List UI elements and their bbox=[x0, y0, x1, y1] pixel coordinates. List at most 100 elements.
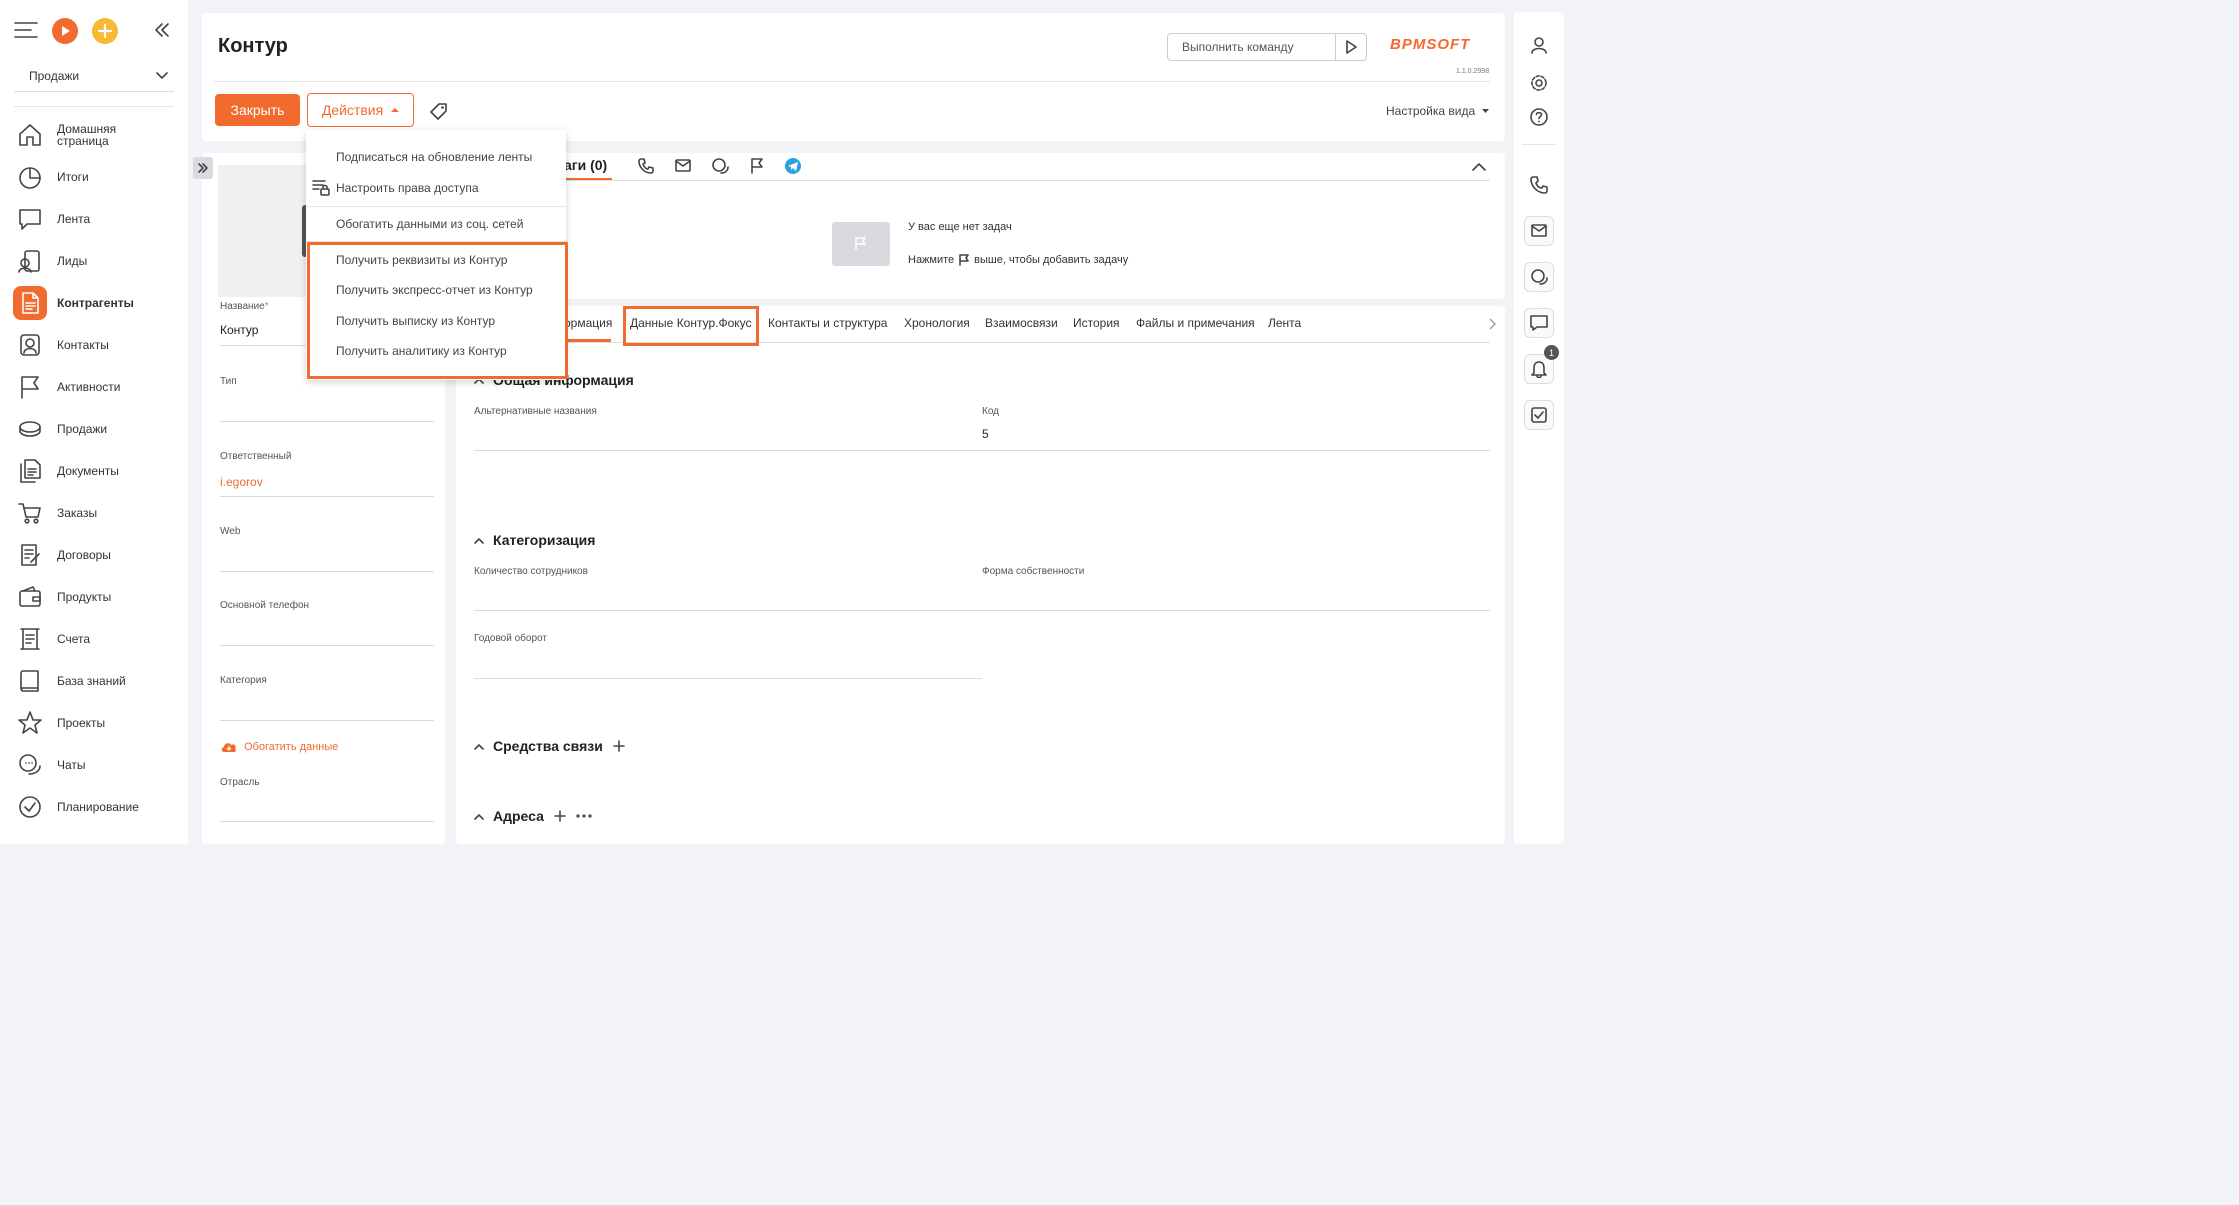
help-icon[interactable] bbox=[1524, 102, 1554, 132]
turnover-field[interactable] bbox=[474, 678, 982, 679]
workplace-label: Продажи bbox=[29, 68, 80, 83]
email-icon[interactable] bbox=[675, 159, 691, 173]
sidebar-item-documents[interactable]: Документы bbox=[13, 454, 183, 488]
add-record-icon[interactable] bbox=[92, 18, 118, 44]
sidebar-item-contacts[interactable]: Контакты bbox=[13, 328, 183, 362]
tab-contacts-structure[interactable]: Контакты и структура bbox=[768, 316, 887, 330]
sidebar-item-label: Лиды bbox=[57, 254, 88, 268]
category-field-label: Категория bbox=[220, 675, 267, 686]
sidebar-item-knowledge-base[interactable]: База знаний bbox=[13, 664, 183, 698]
menu-item-access-rights[interactable]: Настроить права доступа bbox=[336, 181, 479, 195]
sidebar-item-chats[interactable]: Чаты bbox=[13, 748, 183, 782]
add-address-icon[interactable] bbox=[554, 810, 566, 822]
command-input[interactable]: Выполнить команду bbox=[1168, 40, 1335, 54]
chat-bubble-icon[interactable] bbox=[712, 158, 729, 174]
page-title: Контур bbox=[218, 35, 288, 57]
sidebar-item-sales[interactable]: Продажи bbox=[13, 412, 183, 446]
phone-field[interactable] bbox=[220, 645, 434, 646]
contacts-icon bbox=[13, 328, 47, 362]
industry-field-label: Отрасль bbox=[220, 777, 260, 788]
close-button[interactable]: Закрыть bbox=[215, 94, 300, 126]
sidebar-item-accounts[interactable]: Контрагенты bbox=[13, 286, 183, 320]
feed-icon[interactable] bbox=[1524, 308, 1554, 338]
tab-files-notes[interactable]: Файлы и примечания bbox=[1136, 316, 1255, 330]
view-settings-button[interactable]: Настройка вида bbox=[1386, 104, 1490, 118]
sidebar-item-activities[interactable]: Активности bbox=[13, 370, 183, 404]
collapse-tasks-icon[interactable] bbox=[1472, 162, 1486, 171]
tab-general-info[interactable]: ормация bbox=[564, 316, 612, 330]
tab-relationships[interactable]: Взаимосвязи bbox=[985, 316, 1058, 330]
tab-history[interactable]: История bbox=[1073, 316, 1120, 330]
tab-timeline[interactable]: Хронология bbox=[904, 316, 970, 330]
telegram-icon[interactable] bbox=[785, 158, 801, 174]
menu-item-subscribe-feed[interactable]: Подписаться на обновление ленты bbox=[336, 150, 532, 164]
add-communication-icon[interactable] bbox=[613, 740, 625, 752]
workplace-select[interactable]: Продажи bbox=[14, 60, 174, 92]
book-icon bbox=[13, 664, 47, 698]
owner-field-label: Ответственный bbox=[220, 451, 292, 462]
enrich-data-button[interactable]: Обогатить данные bbox=[220, 740, 338, 754]
sidebar-item-label: Документы bbox=[57, 464, 119, 478]
sidebar-item-leads[interactable]: Лиды bbox=[13, 244, 183, 278]
sidebar-item-home[interactable]: Домашняя страница bbox=[13, 118, 183, 152]
email-icon[interactable] bbox=[1524, 216, 1554, 246]
profile-icon[interactable] bbox=[1524, 30, 1554, 60]
field-underline bbox=[220, 496, 434, 497]
sidebar-item-feed[interactable]: Лента bbox=[13, 202, 183, 236]
play-process-icon[interactable] bbox=[52, 18, 78, 44]
play-command-icon[interactable] bbox=[1336, 40, 1366, 54]
hamburger-menu-icon[interactable] bbox=[14, 20, 38, 40]
leads-icon bbox=[13, 244, 47, 278]
section-addresses[interactable]: Адреса bbox=[474, 808, 592, 824]
flag-icon[interactable] bbox=[750, 158, 764, 174]
sidebar-item-orders[interactable]: Заказы bbox=[13, 496, 183, 530]
actions-button[interactable]: Действия bbox=[307, 93, 414, 127]
tag-icon[interactable] bbox=[430, 102, 448, 120]
phone-field-label: Основной телефон bbox=[220, 600, 310, 611]
name-field[interactable]: Контур bbox=[220, 323, 258, 337]
phone-icon[interactable] bbox=[638, 158, 654, 174]
tab-feed[interactable]: Лента bbox=[1268, 316, 1301, 330]
owner-field[interactable]: i.egorov bbox=[220, 475, 263, 489]
code-field[interactable]: 5 bbox=[982, 427, 989, 441]
section-communications[interactable]: Средства связи bbox=[474, 738, 625, 754]
tasks-tab[interactable]: аги (0) bbox=[564, 157, 607, 173]
sidebar-item-label: Домашняя страница bbox=[57, 122, 117, 148]
tabs-scroll-right-icon[interactable] bbox=[1489, 318, 1497, 330]
phone-icon[interactable] bbox=[1524, 170, 1554, 200]
caret-down-icon bbox=[1482, 109, 1490, 113]
sidebar-item-products[interactable]: Продукты bbox=[13, 580, 183, 614]
tasks-card: аги (0) У вас еще нет задач Нажмите выше… bbox=[456, 153, 1505, 299]
ownership-field[interactable] bbox=[982, 610, 1490, 611]
view-settings-label: Настройка вида bbox=[1386, 104, 1476, 118]
category-field[interactable] bbox=[220, 720, 434, 721]
sidebar-item-label: Заказы bbox=[57, 506, 98, 520]
section-categorization[interactable]: Категоризация bbox=[474, 532, 595, 548]
tasks-checkbox-icon[interactable] bbox=[1524, 400, 1554, 430]
sidebar-item-contracts[interactable]: Договоры bbox=[13, 538, 183, 572]
actions-label: Действия bbox=[321, 102, 384, 118]
star-icon bbox=[13, 706, 47, 740]
sidebar-item-projects[interactable]: Проекты bbox=[13, 706, 183, 740]
more-options-icon[interactable] bbox=[576, 814, 592, 818]
collapse-sidebar-icon[interactable] bbox=[154, 22, 170, 38]
flag-icon bbox=[13, 370, 47, 404]
industry-field[interactable] bbox=[220, 821, 434, 822]
sidebar-item-invoices[interactable]: Счета bbox=[13, 622, 183, 656]
alt-names-field[interactable] bbox=[474, 450, 982, 451]
settings-gear-icon[interactable] bbox=[1524, 68, 1554, 98]
sidebar-item-planning[interactable]: Планирование bbox=[13, 790, 183, 824]
type-field[interactable] bbox=[220, 421, 434, 422]
sales-icon bbox=[13, 412, 47, 446]
divider bbox=[14, 106, 174, 107]
sidebar-item-results[interactable]: Итоги bbox=[13, 160, 183, 194]
employees-label: Количество сотрудников bbox=[474, 566, 588, 577]
web-field[interactable] bbox=[220, 571, 434, 572]
expand-profile-icon[interactable] bbox=[193, 157, 213, 179]
menu-item-enrich-social[interactable]: Обогатить данными из соц. сетей bbox=[336, 217, 523, 231]
employees-field[interactable] bbox=[474, 610, 982, 611]
chat-icon[interactable] bbox=[1524, 262, 1554, 292]
flag-icon bbox=[959, 254, 969, 266]
left-sidebar: Продажи Домашняя страница Итоги Лента Лид… bbox=[0, 0, 188, 844]
command-line[interactable]: Выполнить команду bbox=[1167, 33, 1367, 61]
